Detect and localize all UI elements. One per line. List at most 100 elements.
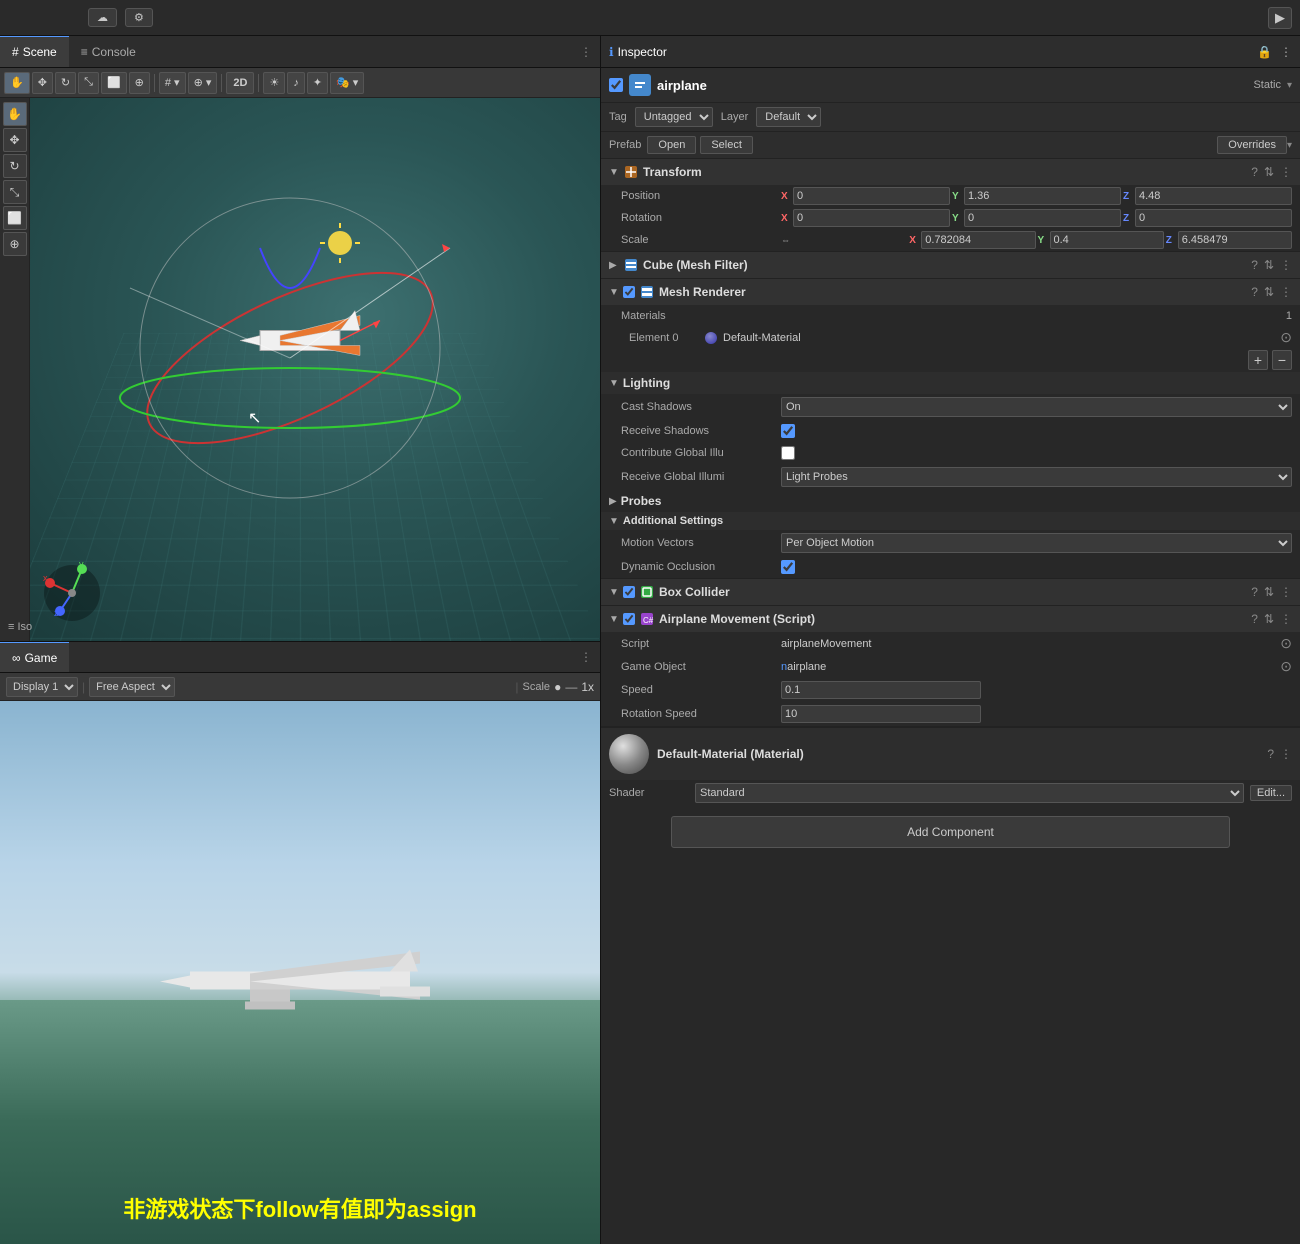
transform-tool-button[interactable]: ⊕	[129, 72, 150, 94]
rotation-y-input[interactable]	[964, 209, 1121, 227]
gameobject-label: Game Object	[621, 661, 781, 673]
aspect-select[interactable]: Free Aspect	[89, 677, 175, 697]
transform-settings-icon[interactable]: ⇅	[1264, 165, 1274, 179]
mesh-filter-settings-icon[interactable]: ⇅	[1264, 258, 1274, 272]
tab-console[interactable]: ≡ Console	[69, 36, 148, 67]
tool-rect[interactable]: ⬜	[3, 206, 27, 230]
box-collider-settings-icon[interactable]: ⇅	[1264, 585, 1274, 599]
rotation-speed-input[interactable]	[781, 705, 981, 723]
airplane-script-menu-icon[interactable]: ⋮	[1280, 612, 1292, 626]
layer-select[interactable]: Default	[756, 107, 821, 127]
box-collider-help-icon[interactable]: ?	[1251, 585, 1258, 599]
shader-edit-button[interactable]: Edit...	[1250, 785, 1292, 801]
object-active-checkbox[interactable]	[609, 78, 623, 92]
transform-icons-right: ? ⇅ ⋮	[1251, 165, 1292, 179]
dynamic-occlusion-checkbox[interactable]	[781, 560, 795, 574]
light-button[interactable]: ☀	[263, 72, 285, 94]
tool-transform[interactable]: ⊕	[3, 232, 27, 256]
airplane-script-settings-icon[interactable]: ⇅	[1264, 612, 1274, 626]
static-label: Static	[1253, 79, 1281, 91]
position-y-input[interactable]	[964, 187, 1121, 205]
transform-menu-icon[interactable]: ⋮	[1280, 165, 1292, 179]
tool-rotate[interactable]: ↻	[3, 154, 27, 178]
speed-label: Speed	[621, 684, 781, 696]
play-button[interactable]: ▶	[1268, 7, 1292, 29]
mesh-renderer-menu-icon[interactable]: ⋮	[1280, 285, 1292, 299]
game-tab-more[interactable]: ⋮	[572, 650, 600, 664]
material-menu-icon[interactable]: ⋮	[1280, 747, 1292, 761]
mesh-filter-menu-icon[interactable]: ⋮	[1280, 258, 1292, 272]
scale-x-input[interactable]	[921, 231, 1035, 249]
rect-tool-button[interactable]: ⬜	[101, 72, 127, 94]
box-collider-menu-icon[interactable]: ⋮	[1280, 585, 1292, 599]
shader-select[interactable]: Standard	[695, 783, 1244, 803]
tool-scale[interactable]: ⤡	[3, 180, 27, 204]
transform-help-icon[interactable]: ?	[1251, 165, 1258, 179]
hand-tool-button[interactable]: ✋	[4, 72, 30, 94]
speed-input[interactable]	[781, 681, 981, 699]
material-add-button[interactable]: +	[1248, 350, 1268, 370]
gizmos-button[interactable]: 🎭 ▾	[330, 72, 364, 94]
add-component-button[interactable]: Add Component	[671, 816, 1230, 848]
rotation-z-input[interactable]	[1135, 209, 1292, 227]
tab-scene[interactable]: # Scene	[0, 36, 69, 67]
pivot-button[interactable]: # ▾	[159, 72, 186, 94]
inspector-menu-icon[interactable]: ⋮	[1280, 45, 1292, 59]
position-x-input[interactable]	[793, 187, 950, 205]
probes-header[interactable]: ▶ Probes	[601, 490, 1300, 512]
mesh-filter-header[interactable]: ▶ Cube (Mesh Filter) ? ⇅ ⋮	[601, 252, 1300, 278]
tag-select[interactable]: Untagged	[635, 107, 713, 127]
material-remove-button[interactable]: −	[1272, 350, 1292, 370]
transform-header[interactable]: ▼ Transform ? ⇅ ⋮	[601, 159, 1300, 185]
audio-button[interactable]: ♪	[287, 72, 305, 94]
tab-game[interactable]: ∞ Game	[0, 642, 69, 672]
scene-tab-more[interactable]: ⋮	[572, 45, 600, 59]
rotate-tool-button[interactable]: ↻	[55, 72, 76, 94]
mesh-filter-help-icon[interactable]: ?	[1251, 258, 1258, 272]
main-layout: # Scene ≡ Console ⋮ ✋ ✥ ↻ ⤡ ⬜ ⊕ # ▾ ⊕ ▾ …	[0, 36, 1300, 1244]
additional-settings-name: Additional Settings	[623, 515, 723, 527]
rotation-x-input[interactable]	[793, 209, 950, 227]
material-help-icon[interactable]: ?	[1267, 747, 1274, 761]
move-tool-button[interactable]: ✥	[32, 72, 53, 94]
material-select-button[interactable]: ⊙	[1280, 329, 1292, 346]
cloud-button[interactable]: ☁	[88, 8, 117, 27]
prefab-select-button[interactable]: Select	[700, 136, 753, 154]
tool-move[interactable]: ✥	[3, 128, 27, 152]
game-select[interactable]: Display 1	[6, 677, 78, 697]
airplane-script-help-icon[interactable]: ?	[1251, 612, 1258, 626]
script-select-button[interactable]: ⊙	[1280, 635, 1292, 652]
airplane-script-header[interactable]: ▼ C# Airplane Movement (Script) ? ⇅ ⋮	[601, 606, 1300, 632]
box-collider-header[interactable]: ▼ Box Collider ? ⇅ ⋮	[601, 579, 1300, 605]
box-collider-active[interactable]	[623, 586, 635, 598]
motion-vectors-label: Motion Vectors	[621, 537, 781, 549]
mesh-renderer-settings-icon[interactable]: ⇅	[1264, 285, 1274, 299]
position-z-input[interactable]	[1135, 187, 1292, 205]
global-button[interactable]: ⊕ ▾	[188, 72, 218, 94]
prefab-overrides-button[interactable]: Overrides	[1217, 136, 1287, 154]
2d-button[interactable]: 2D	[226, 72, 254, 94]
receive-shadows-checkbox[interactable]	[781, 424, 795, 438]
prefab-open-button[interactable]: Open	[647, 136, 696, 154]
static-arrow[interactable]: ▾	[1287, 80, 1292, 91]
mesh-renderer-header[interactable]: ▼ Mesh Renderer ? ⇅ ⋮	[601, 279, 1300, 305]
toolbar-sep-3	[258, 74, 259, 92]
airplane-script-active[interactable]	[623, 613, 635, 625]
tool-hand[interactable]: ✋	[3, 102, 27, 126]
fx-button[interactable]: ✦	[307, 72, 328, 94]
cast-shadows-select[interactable]: On	[781, 397, 1292, 417]
lock-icon[interactable]: 🔒	[1257, 45, 1272, 59]
prefab-arrow[interactable]: ▾	[1287, 140, 1292, 151]
mesh-renderer-help-icon[interactable]: ?	[1251, 285, 1258, 299]
receive-gi-select[interactable]: Light Probes	[781, 467, 1292, 487]
scale-y-input[interactable]	[1050, 231, 1164, 249]
additional-settings-header[interactable]: ▼ Additional Settings	[601, 512, 1300, 530]
mesh-renderer-active[interactable]	[623, 286, 635, 298]
gameobject-select-button[interactable]: ⊙	[1280, 658, 1292, 675]
gear-button[interactable]: ⚙	[125, 8, 153, 27]
motion-vectors-select[interactable]: Per Object Motion	[781, 533, 1292, 553]
contribute-gi-checkbox[interactable]	[781, 446, 795, 460]
lighting-section-header[interactable]: ▼ Lighting	[601, 372, 1300, 394]
scale-tool-button[interactable]: ⤡	[78, 72, 99, 94]
scale-z-input[interactable]	[1178, 231, 1292, 249]
